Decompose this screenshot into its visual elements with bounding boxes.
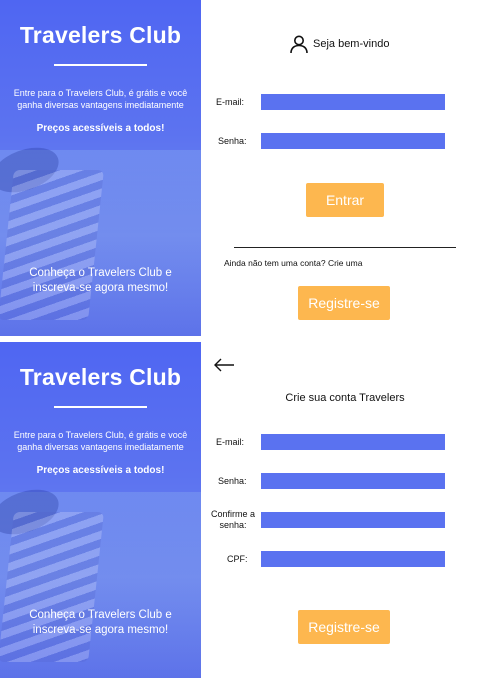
confirm-password-input[interactable] — [261, 512, 445, 528]
cpf-label: CPF: — [227, 554, 248, 564]
welcome-text: Seja bem-vindo — [313, 38, 390, 50]
cpf-input[interactable] — [261, 551, 445, 567]
signup-screen: Travelers Club Entre para o Travelers Cl… — [0, 342, 489, 678]
beach-chair-decoration — [0, 170, 104, 320]
password-label: Senha: — [218, 476, 247, 486]
signup-form-panel: Crie sua conta Travelers E-mail: Senha: … — [201, 342, 489, 678]
brand-description: Entre para o Travelers Club, é grátis e … — [13, 430, 188, 452]
arrow-left-icon[interactable] — [213, 358, 235, 372]
email-label: E-mail: — [216, 97, 245, 107]
user-icon — [290, 35, 308, 54]
brand-prices-text: Preços acessíveis a todos! — [36, 123, 165, 134]
brand-title: Travelers Club — [19, 22, 182, 48]
brand-description: Entre para o Travelers Club, é grátis e … — [13, 88, 188, 110]
brand-prices-text: Preços acessíveis a todos! — [36, 465, 165, 476]
brand-cta-text: Conheça o Travelers Club e inscreva-se a… — [29, 267, 172, 294]
brand-title: Travelers Club — [19, 364, 182, 390]
brand-panel: Travelers Club Entre para o Travelers Cl… — [0, 342, 201, 678]
brand-cta-text: Conheça o Travelers Club e inscreva-se a… — [29, 609, 172, 636]
beach-chair-decoration — [0, 512, 104, 662]
password-input[interactable] — [261, 133, 445, 149]
brand-underline — [54, 406, 147, 408]
register-button[interactable]: Registre-se — [298, 610, 390, 644]
email-input[interactable] — [261, 434, 445, 450]
password-label: Senha: — [218, 136, 247, 146]
brand-panel: Travelers Club Entre para o Travelers Cl… — [0, 0, 201, 336]
welcome-header: Seja bem-vindo — [289, 34, 389, 54]
password-input[interactable] — [261, 473, 445, 489]
login-screen: Travelers Club Entre para o Travelers Cl… — [0, 0, 489, 336]
brand-underline — [54, 64, 147, 66]
separator-line — [234, 247, 456, 248]
signup-title: Crie sua conta Travelers — [285, 392, 405, 404]
login-form-panel: Seja bem-vindo E-mail: Senha: Entrar Ain… — [201, 0, 489, 336]
no-account-text: Ainda não tem uma conta? Crie uma — [224, 258, 363, 268]
login-button[interactable]: Entrar — [306, 183, 384, 217]
email-input[interactable] — [261, 94, 445, 110]
email-label: E-mail: — [216, 437, 245, 447]
confirm-password-label: Confirme a senha: — [211, 509, 256, 530]
register-link-button[interactable]: Registre-se — [298, 286, 390, 320]
